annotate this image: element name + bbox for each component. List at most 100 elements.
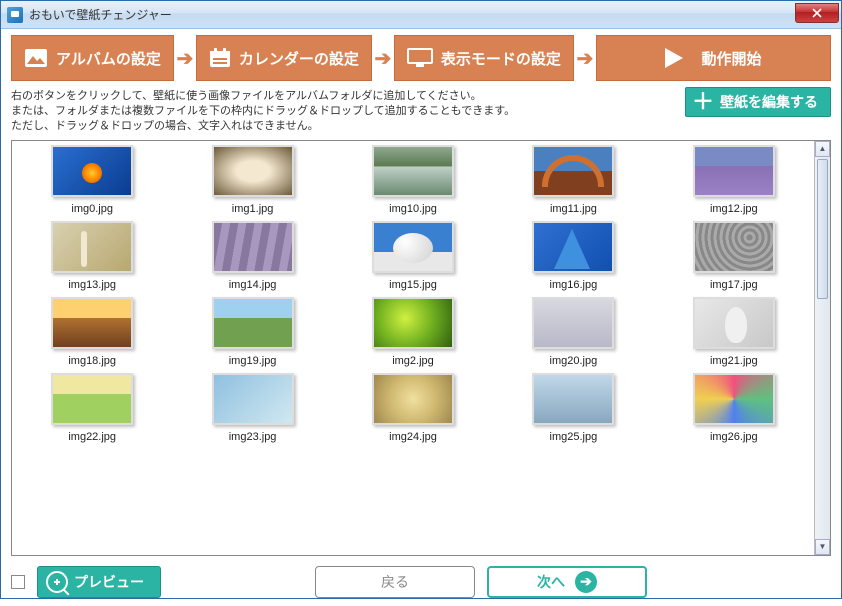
magnify-icon xyxy=(46,571,68,593)
thumbnail-item[interactable]: img20.jpg xyxy=(493,297,653,367)
thumbnail-item[interactable]: img24.jpg xyxy=(333,373,493,443)
thumbnail-image xyxy=(372,221,454,273)
help-text: 右のボタンをクリックして、壁紙に使う画像ファイルをアルバムフォルダに追加してくだ… xyxy=(11,87,685,134)
thumbnail-image xyxy=(532,145,614,197)
thumbnail-image xyxy=(51,373,133,425)
step-label: 表示モードの設定 xyxy=(441,48,561,69)
thumbnail-item[interactable]: img26.jpg xyxy=(654,373,814,443)
album-icon xyxy=(24,48,48,68)
thumbnail-item[interactable]: img19.jpg xyxy=(172,297,332,367)
arrow-icon: ➔ xyxy=(574,35,596,81)
thumbnail-filename: img18.jpg xyxy=(68,355,116,367)
thumbnail-filename: img17.jpg xyxy=(710,279,758,291)
next-label: 次へ xyxy=(537,572,565,592)
thumbnail-filename: img15.jpg xyxy=(389,279,437,291)
preview-button[interactable]: プレビュー xyxy=(37,566,161,598)
scroll-thumb[interactable] xyxy=(817,159,828,299)
thumbnail-image xyxy=(372,145,454,197)
thumbnail-filename: img21.jpg xyxy=(710,355,758,367)
thumbnail-filename: img2.jpg xyxy=(392,355,434,367)
thumbnail-image xyxy=(212,145,294,197)
thumbnail-image xyxy=(51,145,133,197)
thumbnail-filename: img11.jpg xyxy=(550,203,597,215)
scroll-up-button[interactable]: ▲ xyxy=(815,141,830,157)
thumbnail-image xyxy=(372,297,454,349)
thumbnail-image xyxy=(532,297,614,349)
thumbnail-image xyxy=(532,221,614,273)
thumbnail-filename: img26.jpg xyxy=(710,431,758,443)
arrow-icon: ➔ xyxy=(372,35,394,81)
plus-icon: ＋ xyxy=(692,91,714,113)
next-button[interactable]: 次へ ➔ xyxy=(487,566,647,598)
help-line: 右のボタンをクリックして、壁紙に使う画像ファイルをアルバムフォルダに追加してくだ… xyxy=(11,89,685,104)
app-window: おもいで壁紙チェンジャー アルバムの設定 ➔ カレンダーの設定 ➔ xyxy=(0,0,842,599)
thumbnail-image xyxy=(693,373,775,425)
arrow-icon: ➔ xyxy=(174,35,196,81)
thumbnail-filename: img25.jpg xyxy=(550,431,598,443)
help-line: ただし、ドラッグ＆ドロップの場合、文字入れはできません。 xyxy=(11,119,685,134)
monitor-icon xyxy=(407,48,433,68)
edit-button-label: 壁紙を編集する xyxy=(720,92,818,112)
bottom-bar: プレビュー 戻る 次へ ➔ xyxy=(11,566,831,598)
thumbnail-item[interactable]: img0.jpg xyxy=(12,145,172,215)
step-label: 動作開始 xyxy=(701,48,761,69)
thumbnail-item[interactable]: img17.jpg xyxy=(654,221,814,291)
preview-label: プレビュー xyxy=(74,572,144,592)
thumbnail-filename: img24.jpg xyxy=(389,431,437,443)
thumbnail-filename: img19.jpg xyxy=(229,355,277,367)
back-label: 戻る xyxy=(381,572,409,592)
thumbnail-item[interactable]: img13.jpg xyxy=(12,221,172,291)
step-label: カレンダーの設定 xyxy=(239,48,359,69)
thumbnail-image xyxy=(212,373,294,425)
thumbnail-grid[interactable]: img0.jpg img1.jpg img10.jpg img11.jpg img12.… xyxy=(12,145,814,443)
thumbnail-item[interactable]: img25.jpg xyxy=(493,373,653,443)
thumbnail-image xyxy=(532,373,614,425)
thumbnail-filename: img1.jpg xyxy=(232,203,274,215)
thumbnail-item[interactable]: img10.jpg xyxy=(333,145,493,215)
scroll-down-button[interactable]: ▼ xyxy=(815,539,830,555)
thumbnail-filename: img14.jpg xyxy=(229,279,277,291)
thumbnail-item[interactable]: img15.jpg xyxy=(333,221,493,291)
step-bar: アルバムの設定 ➔ カレンダーの設定 ➔ 表示モードの設定 ➔ xyxy=(11,35,831,81)
scrollbar[interactable]: ▲ ▼ xyxy=(814,141,830,555)
thumbnail-item[interactable]: img23.jpg xyxy=(172,373,332,443)
thumbnail-item[interactable]: img16.jpg xyxy=(493,221,653,291)
app-icon xyxy=(7,7,23,23)
thumbnail-image xyxy=(693,145,775,197)
step-display[interactable]: 表示モードの設定 xyxy=(394,35,574,81)
thumbnail-item[interactable]: img14.jpg xyxy=(172,221,332,291)
thumbnail-item[interactable]: img12.jpg xyxy=(654,145,814,215)
thumbnail-filename: img16.jpg xyxy=(550,279,598,291)
thumbnail-item[interactable]: img18.jpg xyxy=(12,297,172,367)
help-line: または、フォルダまたは複数ファイルを下の枠内にドラッグ＆ドロップして追加すること… xyxy=(11,104,685,119)
thumbnail-item[interactable]: img11.jpg xyxy=(493,145,653,215)
arrow-right-icon: ➔ xyxy=(575,571,597,593)
play-icon xyxy=(665,48,683,68)
thumbnail-item[interactable]: img1.jpg xyxy=(172,145,332,215)
titlebar: おもいで壁紙チェンジャー xyxy=(1,1,841,29)
thumbnail-item[interactable]: img22.jpg xyxy=(12,373,172,443)
calendar-icon xyxy=(209,48,231,68)
thumbnail-filename: img22.jpg xyxy=(68,431,116,443)
step-album[interactable]: アルバムの設定 xyxy=(11,35,174,81)
thumbnail-filename: img23.jpg xyxy=(229,431,277,443)
thumbnail-filename: img10.jpg xyxy=(389,203,437,215)
thumbnail-item[interactable]: img2.jpg xyxy=(333,297,493,367)
close-button[interactable] xyxy=(795,3,839,23)
window-title: おもいで壁紙チェンジャー xyxy=(29,6,172,23)
preview-checkbox[interactable] xyxy=(11,575,25,589)
step-calendar[interactable]: カレンダーの設定 xyxy=(196,35,372,81)
thumbnail-image xyxy=(693,297,775,349)
edit-wallpaper-button[interactable]: ＋ 壁紙を編集する xyxy=(685,87,831,117)
thumbnail-filename: img12.jpg xyxy=(710,203,758,215)
thumbnail-image xyxy=(51,221,133,273)
thumbnail-image xyxy=(372,373,454,425)
thumbnail-item[interactable]: img21.jpg xyxy=(654,297,814,367)
thumbnail-image xyxy=(212,297,294,349)
thumbnail-image xyxy=(51,297,133,349)
thumbnail-image xyxy=(212,221,294,273)
back-button[interactable]: 戻る xyxy=(315,566,475,598)
step-label: アルバムの設定 xyxy=(56,48,161,69)
step-start[interactable]: 動作開始 xyxy=(596,35,831,81)
thumbnail-image xyxy=(693,221,775,273)
